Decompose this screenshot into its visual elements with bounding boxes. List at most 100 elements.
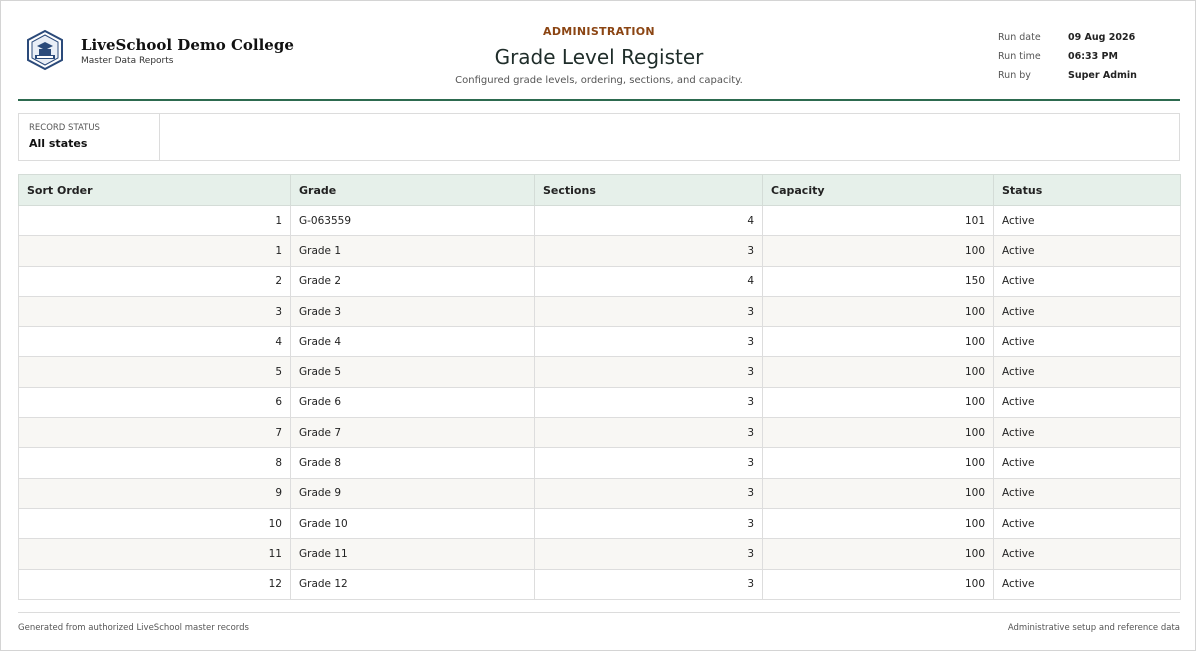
cell-grade: Grade 4 [290, 326, 535, 358]
table-row: 8 Grade 8 3 100 Active [18, 447, 1181, 479]
cell-sections: 4 [534, 265, 763, 297]
cell-status: Active [993, 417, 1181, 449]
cell-grade: Grade 12 [290, 568, 535, 600]
meta-run-time: Run time 06:33 PM [998, 47, 1180, 66]
table-row: 4 Grade 4 3 100 Active [18, 326, 1181, 358]
cell-capacity: 150 [762, 265, 994, 297]
column-header-grade: Grade [290, 174, 535, 206]
cell-grade: Grade 8 [290, 447, 535, 479]
report-header: LiveSchool Demo College Master Data Repo… [18, 1, 1180, 101]
cell-grade: Grade 2 [290, 265, 535, 297]
cell-capacity: 100 [762, 538, 994, 570]
filter-bar: RECORD STATUS All states [18, 113, 1180, 161]
title-block: ADMINISTRATION Grade Level Register Conf… [399, 25, 799, 86]
cell-status: Active [993, 568, 1181, 600]
run-meta: Run date 09 Aug 2026 Run time 06:33 PM R… [998, 28, 1180, 85]
cell-grade: Grade 1 [290, 235, 535, 267]
table-body: 1 G-063559 4 101 Active 1 Grade 1 3 100 Active 2 Gr… [18, 204, 1181, 600]
cell-status: Active [993, 326, 1181, 358]
cell-status: Active [993, 295, 1181, 328]
table-row: 2 Grade 2 4 150 Active [18, 265, 1181, 297]
grade-table: Sort Order Grade Sections Capacity Statu… [18, 174, 1181, 600]
meta-run-by: Run by Super Admin [998, 66, 1180, 85]
meta-run-date: Run date 09 Aug 2026 [998, 28, 1180, 47]
cell-grade: Grade 7 [290, 417, 535, 449]
cell-sort-order: 6 [18, 386, 291, 419]
cell-capacity: 100 [762, 507, 994, 540]
cell-capacity: 100 [762, 568, 994, 600]
cell-sections: 3 [534, 568, 763, 600]
column-header-status: Status [993, 174, 1181, 206]
cell-status: Active [993, 477, 1181, 509]
cell-sections: 4 [534, 204, 763, 237]
meta-value: 09 Aug 2026 [1068, 32, 1136, 43]
filter-value: All states [29, 137, 88, 150]
cell-status: Active [993, 507, 1181, 540]
cell-capacity: 100 [762, 386, 994, 419]
school-crest-icon [27, 29, 63, 71]
cell-sections: 3 [534, 538, 763, 570]
table-header-row: Sort Order Grade Sections Capacity Statu… [18, 174, 1181, 206]
meta-value: Super Admin [1068, 70, 1137, 81]
cell-sort-order: 3 [18, 295, 291, 328]
cell-sort-order: 8 [18, 447, 291, 479]
cell-sort-order: 11 [18, 538, 291, 570]
cell-sections: 3 [534, 447, 763, 479]
cell-sort-order: 10 [18, 507, 291, 540]
cell-grade: Grade 9 [290, 477, 535, 509]
cell-capacity: 101 [762, 204, 994, 237]
record-status-filter: RECORD STATUS All states [19, 114, 160, 160]
cell-sections: 3 [534, 417, 763, 449]
cell-status: Active [993, 447, 1181, 479]
cell-sort-order: 7 [18, 417, 291, 449]
meta-label: Run date [998, 32, 1041, 43]
cell-status: Active [993, 356, 1181, 388]
meta-value: 06:33 PM [1068, 51, 1118, 62]
table-row: 5 Grade 5 3 100 Active [18, 356, 1181, 388]
table-row: 1 Grade 1 3 100 Active [18, 235, 1181, 267]
cell-sort-order: 1 [18, 235, 291, 267]
cell-status: Active [993, 265, 1181, 297]
report-subtitle: Configured grade levels, ordering, secti… [455, 75, 743, 86]
cell-capacity: 100 [762, 417, 994, 449]
cell-grade: G-063559 [290, 204, 535, 237]
column-header-capacity: Capacity [762, 174, 994, 206]
cell-sort-order: 9 [18, 477, 291, 509]
cell-grade: Grade 5 [290, 356, 535, 388]
column-header-sections: Sections [534, 174, 763, 206]
meta-label: Run time [998, 51, 1041, 62]
meta-label: Run by [998, 70, 1031, 81]
org-name: LiveSchool Demo College [81, 36, 294, 54]
cell-status: Active [993, 538, 1181, 570]
cell-status: Active [993, 204, 1181, 237]
cell-sort-order: 2 [18, 265, 291, 297]
table-row: 10 Grade 10 3 100 Active [18, 507, 1181, 540]
cell-sort-order: 12 [18, 568, 291, 600]
table-row: 9 Grade 9 3 100 Active [18, 477, 1181, 509]
report-title: Grade Level Register [494, 45, 704, 69]
table-row: 12 Grade 12 3 100 Active [18, 568, 1181, 600]
cell-sort-order: 4 [18, 326, 291, 358]
cell-sort-order: 5 [18, 356, 291, 388]
cell-status: Active [993, 235, 1181, 267]
cell-grade: Grade 3 [290, 295, 535, 328]
footer-right-note: Administrative setup and reference data [1007, 623, 1180, 633]
cell-sections: 3 [534, 386, 763, 419]
cell-sections: 3 [534, 356, 763, 388]
report-kicker: ADMINISTRATION [543, 25, 655, 38]
cell-sort-order: 1 [18, 204, 291, 237]
cell-sections: 3 [534, 295, 763, 328]
cell-capacity: 100 [762, 326, 994, 358]
cell-sections: 3 [534, 507, 763, 540]
report-page: LiveSchool Demo College Master Data Repo… [0, 0, 1196, 651]
cell-capacity: 100 [762, 295, 994, 328]
report-footer: Generated from authorized LiveSchool mas… [18, 612, 1180, 633]
table-row: 7 Grade 7 3 100 Active [18, 417, 1181, 449]
cell-capacity: 100 [762, 356, 994, 388]
cell-capacity: 100 [762, 477, 994, 509]
cell-grade: Grade 11 [290, 538, 535, 570]
cell-sections: 3 [534, 477, 763, 509]
cell-grade: Grade 10 [290, 507, 535, 540]
org-subtitle: Master Data Reports [81, 56, 174, 66]
cell-sections: 3 [534, 326, 763, 358]
